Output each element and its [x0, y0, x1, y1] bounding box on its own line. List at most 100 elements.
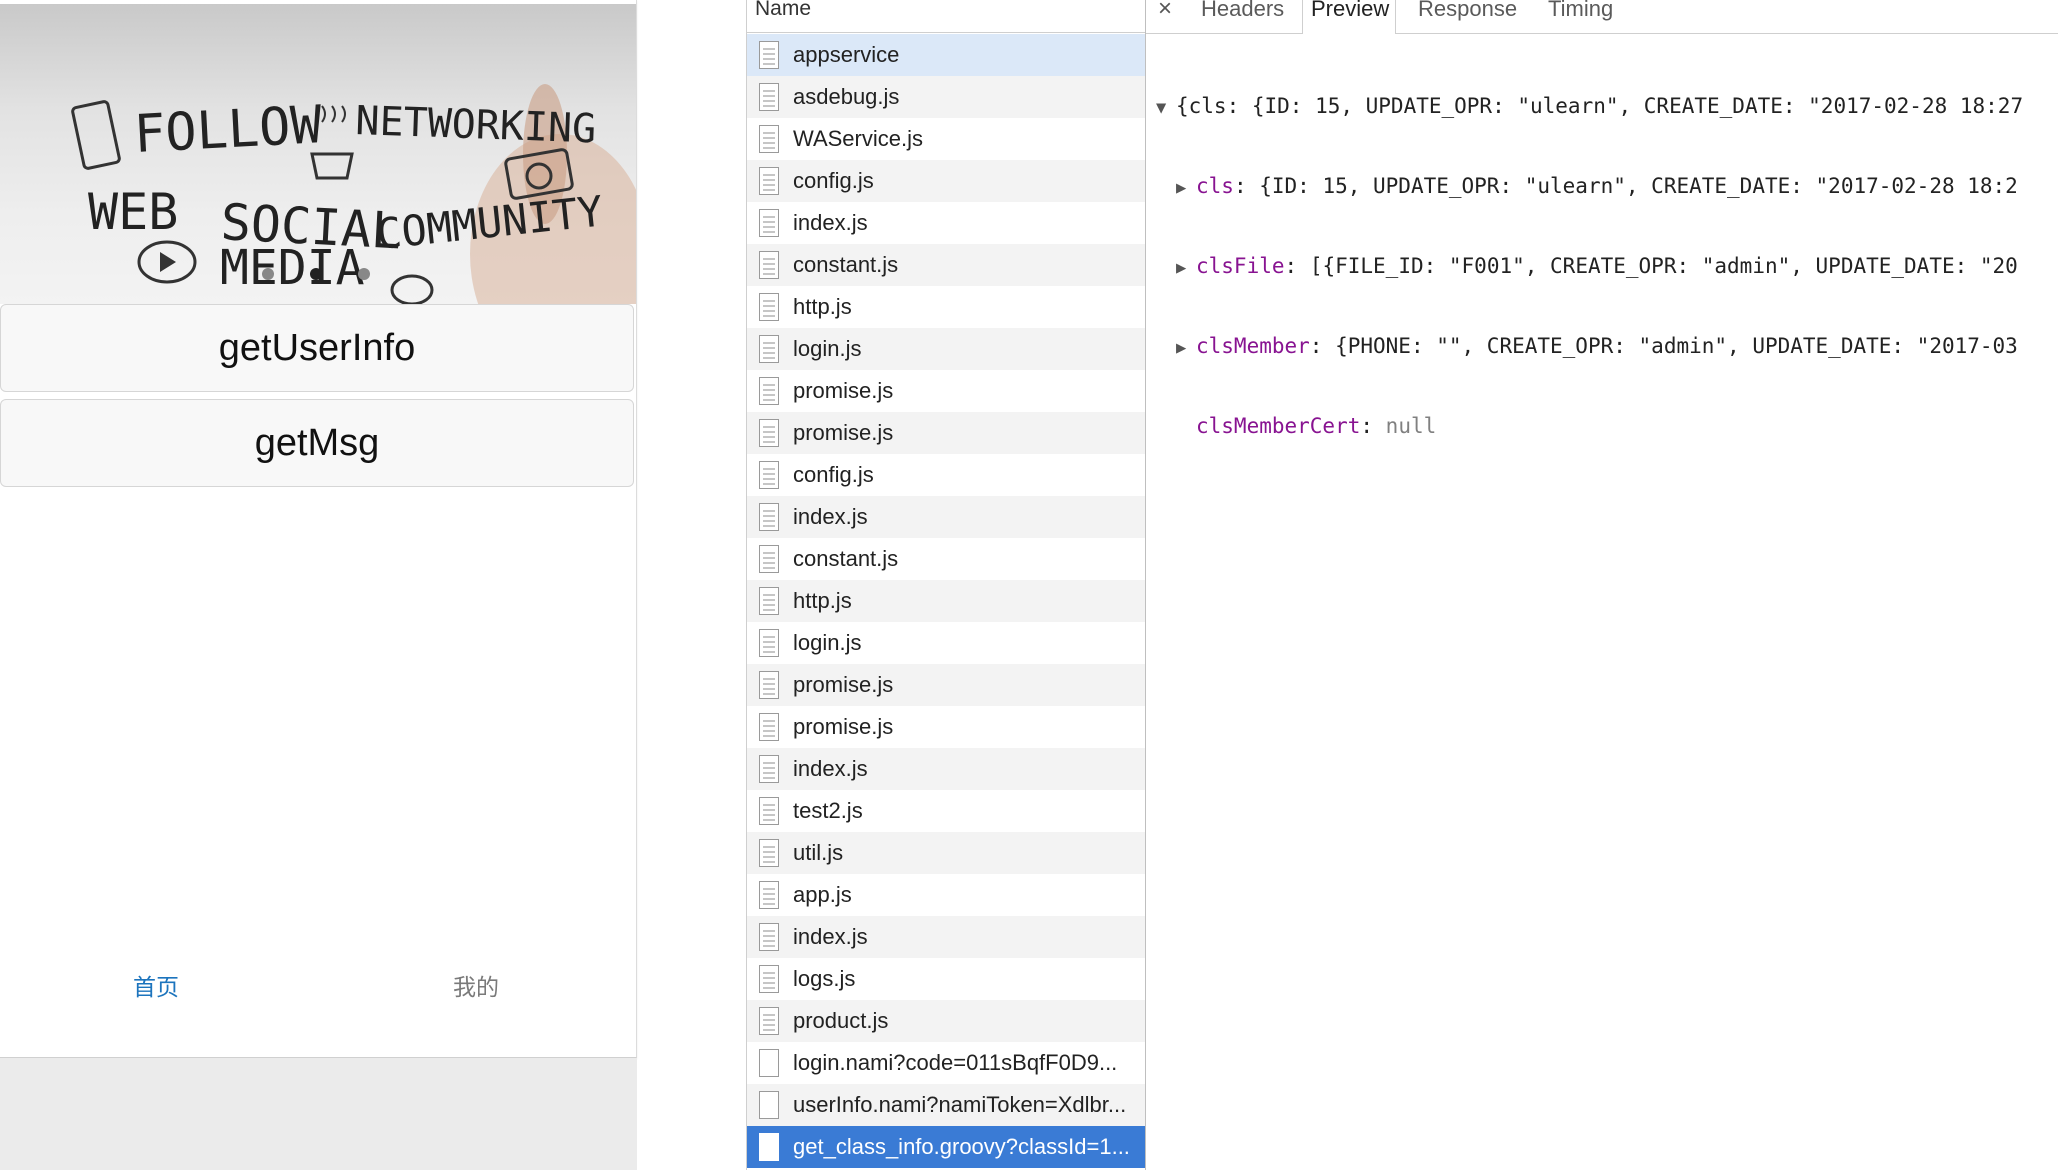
tab-mine[interactable]: 我的: [406, 968, 546, 1002]
tab-timing[interactable]: Timing: [1548, 0, 1613, 33]
request-name: login.js: [793, 630, 862, 655]
request-name: test2.js: [793, 798, 863, 823]
request-row[interactable]: product.js: [747, 1000, 1145, 1042]
request-name: index.js: [793, 924, 868, 949]
request-row[interactable]: util.js: [747, 832, 1145, 874]
request-row[interactable]: logs.js: [747, 958, 1145, 1000]
file-icon: [759, 1007, 779, 1035]
request-row[interactable]: login.js: [747, 622, 1145, 664]
collapsed-triangle-icon[interactable]: ▶: [1176, 172, 1196, 204]
carousel-dot[interactable]: [358, 268, 370, 280]
json-value: {PHONE: "", CREATE_OPR: "admin", UPDATE_…: [1335, 334, 2018, 358]
request-name: promise.js: [793, 672, 894, 697]
request-row[interactable]: http.js: [747, 580, 1145, 622]
request-name: asdebug.js: [793, 84, 900, 109]
request-name: index.js: [793, 210, 868, 235]
file-icon: [759, 377, 779, 405]
file-icon: [759, 209, 779, 237]
blank-file-icon: [759, 1049, 779, 1077]
request-row[interactable]: asdebug.js: [747, 76, 1145, 118]
file-icon: [759, 881, 779, 909]
network-request-list: Name appservice asdebug.js WAService.js con…: [746, 0, 1145, 1170]
request-row[interactable]: config.js: [747, 160, 1145, 202]
collapsed-triangle-icon[interactable]: ▶: [1176, 332, 1196, 364]
banner-image[interactable]: FOLLOW NETWORKING WEB SOCIAL MEDIA COMMU…: [0, 4, 636, 304]
request-name: login.nami?code=011sBqfF0D9...: [793, 1050, 1118, 1075]
request-name: logs.js: [793, 966, 856, 991]
file-icon: [759, 83, 779, 111]
file-icon: [759, 755, 779, 783]
file-icon: [759, 629, 779, 657]
tab-home[interactable]: 首页: [86, 968, 226, 1002]
request-name: app.js: [793, 882, 852, 907]
request-row[interactable]: config.js: [747, 454, 1145, 496]
json-item[interactable]: ▶ clsFile: [{FILE_ID: "F001", CREATE_OPR:…: [1156, 250, 2023, 282]
file-icon: [759, 167, 779, 195]
request-name: constant.js: [793, 546, 899, 571]
json-tree: ▼ {cls: {ID: 15, UPDATE_OPR: "ulearn", CR…: [1156, 42, 2023, 490]
file-icon: [759, 839, 779, 867]
request-name: http.js: [793, 294, 852, 319]
request-name: WAService.js: [793, 126, 923, 151]
json-item[interactable]: ▶ cls: {ID: 15, UPDATE_OPR: "ulearn", CRE…: [1156, 170, 2023, 202]
carousel-dot-active[interactable]: [310, 268, 322, 280]
request-row[interactable]: userInfo.nami?namiToken=Xdlbr...: [747, 1084, 1145, 1126]
request-rows: appservice asdebug.js WAService.js config.j…: [747, 34, 1145, 1168]
request-name: appservice: [793, 42, 900, 67]
carousel-dot[interactable]: [262, 268, 274, 280]
request-row[interactable]: constant.js: [747, 244, 1145, 286]
request-row[interactable]: WAService.js: [747, 118, 1145, 160]
get-msg-button[interactable]: getMsg: [0, 399, 634, 487]
request-row[interactable]: http.js: [747, 286, 1145, 328]
json-key: clsFile: [1196, 254, 1285, 278]
request-row[interactable]: index.js: [747, 496, 1145, 538]
request-name: config.js: [793, 168, 874, 193]
json-item[interactable]: ▶ clsMember: {PHONE: "", CREATE_OPR: "adm…: [1156, 330, 2023, 362]
request-row[interactable]: promise.js: [747, 706, 1145, 748]
json-root-line[interactable]: ▼ {cls: {ID: 15, UPDATE_OPR: "ulearn", CR…: [1156, 90, 2023, 122]
request-row[interactable]: promise.js: [747, 412, 1145, 454]
file-icon: [759, 419, 779, 447]
request-row[interactable]: login.nami?code=011sBqfF0D9...: [747, 1042, 1145, 1084]
detail-tabs: × Headers Preview Response Timing: [1146, 0, 2058, 34]
request-row[interactable]: app.js: [747, 874, 1145, 916]
tab-headers[interactable]: Headers: [1201, 0, 1284, 33]
request-row[interactable]: constant.js: [747, 538, 1145, 580]
request-row[interactable]: test2.js: [747, 790, 1145, 832]
file-icon: [759, 41, 779, 69]
name-column-header[interactable]: Name: [747, 0, 1145, 33]
request-row[interactable]: appservice: [747, 34, 1145, 76]
file-icon: [759, 335, 779, 363]
request-name: get_class_info.groovy?classId=1...: [793, 1134, 1130, 1159]
request-row[interactable]: login.js: [747, 328, 1145, 370]
banner-word-follow: FOLLOW: [133, 95, 324, 165]
request-row[interactable]: index.js: [747, 748, 1145, 790]
file-icon: [759, 293, 779, 321]
tab-response[interactable]: Response: [1418, 0, 1517, 33]
request-row[interactable]: get_class_info.groovy?classId=1...: [747, 1126, 1145, 1168]
simulator-backdrop: [0, 1058, 637, 1170]
request-name: promise.js: [793, 378, 894, 403]
file-icon: [759, 965, 779, 993]
collapsed-triangle-icon[interactable]: ▶: [1176, 252, 1196, 284]
request-name: config.js: [793, 462, 874, 487]
file-icon: [759, 545, 779, 573]
json-key: cls: [1196, 174, 1234, 198]
file-icon: [759, 923, 779, 951]
banner-word-web: WEB: [88, 183, 178, 241]
get-user-info-button[interactable]: getUserInfo: [0, 304, 634, 392]
simulator-screen: FOLLOW NETWORKING WEB SOCIAL MEDIA COMMU…: [0, 0, 637, 1058]
expanded-triangle-icon[interactable]: ▼: [1156, 92, 1176, 124]
banner-word-networking: NETWORKING: [355, 98, 597, 152]
request-name: promise.js: [793, 420, 894, 445]
tab-preview[interactable]: Preview: [1302, 0, 1396, 34]
request-row[interactable]: promise.js: [747, 370, 1145, 412]
preview-panel: × Headers Preview Response Timing ▼ {cls:…: [1145, 0, 2058, 1170]
json-item: clsMemberCert: null: [1196, 414, 1437, 438]
request-row[interactable]: promise.js: [747, 664, 1145, 706]
request-name: product.js: [793, 1008, 889, 1033]
request-row[interactable]: index.js: [747, 916, 1145, 958]
close-icon[interactable]: ×: [1158, 0, 1172, 33]
request-row[interactable]: index.js: [747, 202, 1145, 244]
request-name: http.js: [793, 588, 852, 613]
